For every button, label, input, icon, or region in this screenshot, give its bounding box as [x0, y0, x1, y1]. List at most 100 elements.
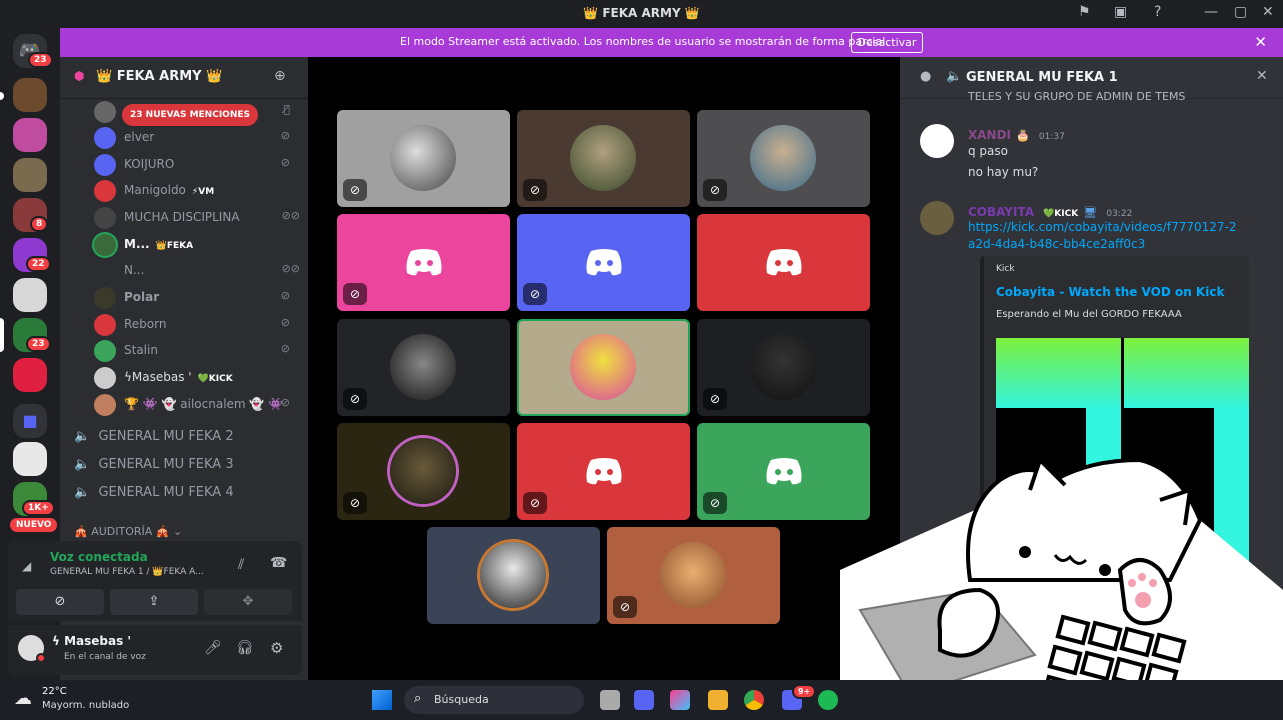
participant-tile[interactable]: ⊘ [697, 110, 870, 207]
server-icon[interactable] [13, 358, 47, 392]
voice-user[interactable]: 🏆 👾 👻 ailocnalem 👻 👾 ⊘ [94, 393, 304, 417]
participant-tile[interactable]: ⊘ [337, 214, 510, 311]
message-header: XANDI 🎂 01:37 [968, 124, 1065, 143]
new-mentions-pill[interactable]: 23 NUEVAS MENCIONES [122, 104, 258, 126]
avatar [94, 234, 116, 256]
headphones-icon[interactable]: 🎧︎ [236, 640, 254, 656]
embed-provider[interactable]: Kick [996, 264, 1015, 274]
voice-user[interactable]: Reborn ⊘ [94, 313, 304, 337]
chevron-down-icon: ⌄ [210, 68, 221, 82]
avatar[interactable] [920, 201, 954, 235]
message-time: 01:37 [1038, 132, 1065, 142]
voice-channel-name: GENERAL MU FEKA 2 [98, 429, 234, 444]
chrome-icon[interactable] [744, 690, 764, 710]
participant-tile[interactable]: ⊘ [697, 319, 870, 416]
voice-channel[interactable]: 🔈 GENERAL MU FEKA 3 [74, 457, 234, 481]
voice-user[interactable]: N... ⊘⊘ [94, 259, 304, 283]
voice-user[interactable]: Polar ⊘ [94, 286, 304, 310]
noise-suppression-icon[interactable]: ⫽ [238, 557, 244, 573]
voice-channel-path[interactable]: GENERAL MU FEKA 1 / 👑FEKA A... [50, 567, 204, 577]
participant-tile[interactable] [697, 214, 870, 311]
close-icon[interactable]: ✕ [1262, 4, 1274, 20]
voice-channel[interactable]: 🔈 GENERAL MU FEKA 4 [74, 485, 234, 509]
file-explorer-icon[interactable] [708, 690, 728, 710]
voice-user-name: Manigoldo ⚡VM [124, 183, 215, 197]
server-header[interactable]: ⬢ 👑 FEKA ARMY 👑 ⌄ ⊕ [60, 57, 308, 99]
inbox-icon[interactable]: ⚑ [1078, 4, 1091, 20]
weather-temp[interactable]: 22°C [42, 686, 67, 697]
weather-desc[interactable]: Mayorm. nublado [42, 700, 129, 711]
close-banner-icon[interactable]: ✕ [1254, 33, 1267, 51]
weather-icon[interactable]: ☁ [14, 688, 32, 709]
close-chat-icon[interactable]: ✕ [1256, 68, 1268, 84]
avatar [94, 180, 116, 202]
participant-tile[interactable] [427, 527, 600, 624]
screen-share-button[interactable]: ⇪ [110, 589, 198, 615]
server-icon[interactable] [13, 278, 47, 312]
windows-start-icon[interactable] [372, 690, 392, 710]
microphone-icon[interactable]: 🎤︎ [204, 640, 222, 656]
streamer-mode-banner: El modo Streamer está activado. Los nomb… [60, 28, 1283, 57]
chat-channel-name: GENERAL MU FEKA 1 [966, 70, 1118, 85]
message-author[interactable]: COBAYITA [968, 205, 1034, 219]
copilot-icon[interactable] [670, 690, 690, 710]
help-icon[interactable]: ? [1154, 4, 1161, 20]
window-icon[interactable]: ▣ [1114, 4, 1127, 20]
folder-icon[interactable]: ■ [13, 404, 47, 438]
message-header: COBAYITA 💚KICK 🖥 03:22 [968, 201, 1132, 220]
deactivate-button[interactable]: Desactivar [851, 32, 923, 53]
participant-tile[interactable]: ⊘ [607, 527, 780, 624]
message-text: no hay mu? [968, 165, 1039, 179]
voice-user[interactable]: ϟMasebas ' 💚KICK [94, 366, 304, 390]
minimize-icon[interactable]: — [1204, 4, 1218, 20]
disconnect-icon[interactable]: ☎ [270, 555, 287, 571]
voice-user-name: ϟMasebas ' 💚KICK [124, 370, 233, 384]
teams-icon[interactable] [634, 690, 654, 710]
voice-user[interactable]: MUCHA DISCIPLINA ⊘⊘ [94, 206, 304, 230]
speaker-icon: 🔈 [74, 457, 91, 472]
message-author[interactable]: XANDI [968, 128, 1011, 142]
muted-icon: ⊘ [280, 316, 290, 329]
participant-tile[interactable]: ⊘ [517, 214, 690, 311]
voice-user-name: Polar [124, 290, 160, 304]
server-icon[interactable] [13, 442, 47, 476]
username[interactable]: ϟ Masebas ' [52, 634, 131, 648]
voice-user[interactable]: elver ⊘ [94, 126, 304, 150]
voice-user[interactable]: M... 👑FEKA [94, 233, 304, 257]
voice-user[interactable]: Stalin ⊘ [94, 339, 304, 363]
participant-tile-speaking[interactable] [517, 319, 690, 416]
participant-tile[interactable]: ⊘ [517, 423, 690, 520]
activities-button[interactable]: ✥ [204, 589, 292, 615]
embed-title[interactable]: Cobayita - Watch the VOD on Kick [996, 285, 1224, 299]
search-box[interactable]: ⌕ Búsqueda [404, 686, 584, 714]
participant-tile[interactable]: ⊘ [517, 110, 690, 207]
muted-icon: ⊘ [703, 179, 727, 201]
message-link[interactable]: https://kick.com/cobayita/videos/f777012… [968, 219, 1238, 253]
avatar [94, 207, 116, 229]
server-icon[interactable] [13, 118, 47, 152]
server-icon[interactable] [13, 158, 47, 192]
deafened-icon: ⊘⊘ [281, 262, 300, 275]
server-icon[interactable] [13, 78, 47, 112]
settings-gear-icon[interactable]: ⚙ [270, 639, 283, 657]
participant-tile[interactable]: ⊘ [337, 110, 510, 207]
camera-off-button[interactable]: ⊘ [16, 589, 104, 615]
voice-user-name: MUCHA DISCIPLINA [124, 210, 240, 224]
maximize-icon[interactable]: ▢ [1234, 4, 1247, 20]
spotify-icon[interactable] [818, 690, 838, 710]
participant-tile[interactable]: ⊘ [337, 423, 510, 520]
discord-logo-icon [766, 249, 802, 276]
participant-tile[interactable]: ⊘ [337, 319, 510, 416]
voice-channel[interactable]: 🔈 GENERAL MU FEKA 2 [74, 429, 234, 453]
voice-user[interactable]: KOIJURO ⊘ [94, 153, 304, 177]
avatar[interactable] [920, 124, 954, 158]
discord-unread-badge: 9+ [792, 684, 817, 699]
deafened-icon: ⊘ [703, 388, 727, 410]
add-member-icon[interactable]: ⊕ [274, 68, 286, 84]
unread-pip [0, 92, 4, 100]
voice-user[interactable]: Manigoldo ⚡VM [94, 179, 304, 203]
message-time: 03:22 [1106, 209, 1133, 219]
voice-status[interactable]: Voz conectada [50, 550, 148, 564]
task-view-icon[interactable] [600, 690, 620, 710]
muted-icon: ⊘ [523, 283, 547, 305]
